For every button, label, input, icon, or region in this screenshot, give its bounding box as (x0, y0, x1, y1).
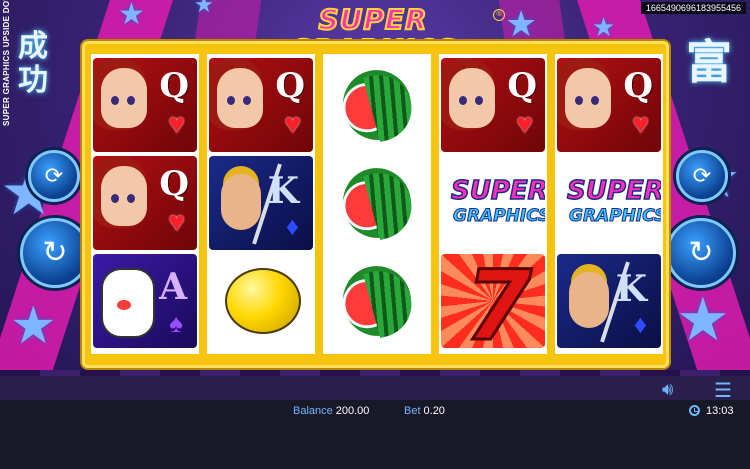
seven-digit: 7 (464, 254, 534, 348)
queen-hearts-symbol: Q ♥ (93, 156, 197, 250)
clock-time: 13:03 (706, 405, 734, 417)
queen-portrait (565, 68, 611, 128)
reel-3 (323, 54, 431, 354)
card-letter: Q (507, 66, 537, 106)
autoplay-icon: ⟳ (692, 163, 712, 188)
hamburger-menu-icon[interactable]: ☰ (714, 378, 732, 400)
heart-icon: ♥ (284, 108, 301, 139)
logo-line-1: SUPER (566, 175, 661, 207)
king-diamonds-symbol: K ♦ (557, 254, 661, 348)
card-letter: K (267, 170, 299, 212)
star-icon: ★ (194, 0, 214, 17)
lucky-cat-icon (101, 268, 155, 338)
super-graphics-logo-symbol: SUPER GRAPHICS (441, 156, 545, 250)
spin-icon: ↻ (688, 236, 714, 269)
star-icon: ★ (592, 12, 616, 42)
reel-2: Q ♥ K ♦ (207, 54, 315, 354)
watermelon-symbol (325, 254, 429, 348)
watermelon-symbol (325, 156, 429, 250)
heart-icon: ♥ (632, 108, 649, 139)
card-letter: Q (623, 66, 653, 106)
bet-value: 0.20 (423, 405, 445, 417)
reel-5: Q ♥ SUPER GRAPHICS K ♦ (555, 54, 663, 354)
ace-spades-symbol: A ♠ (93, 254, 197, 348)
autoplay-button-right[interactable]: ⟳ (676, 150, 728, 202)
status-bar (0, 400, 750, 469)
super-graphics-logo-symbol: SUPER GRAPHICS (557, 156, 661, 250)
reel-4: Q ♥ SUPER GRAPHICS 7 (439, 54, 547, 354)
star-icon: ★ (10, 297, 57, 355)
king-portrait (569, 272, 609, 328)
queen-hearts-symbol: Q ♥ (209, 58, 313, 152)
queen-hearts-symbol: Q ♥ (441, 58, 545, 152)
king-diamonds-symbol: K ♦ (209, 156, 313, 250)
card-letter: Q (275, 66, 305, 106)
watermelon-symbol (325, 58, 429, 152)
balance-value: 200.00 (335, 405, 370, 417)
registered-mark: ® (493, 9, 505, 21)
balance-display: Balance 200.00 (293, 405, 369, 418)
autoplay-button-left[interactable]: ⟳ (28, 150, 80, 202)
bet-label: Bet (404, 405, 421, 417)
game-id: 1665490696183955456 (640, 2, 746, 14)
logo-line-1: SUPER (450, 175, 545, 207)
bet-display: Bet 0.20 (404, 405, 445, 418)
balance-label: Balance (293, 405, 333, 417)
autoplay-icon: ⟳ (44, 163, 64, 188)
heart-icon: ♥ (168, 108, 185, 139)
queen-portrait (101, 68, 147, 128)
card-letter: A (159, 266, 187, 308)
spin-icon: ↻ (42, 236, 68, 269)
side-game-title: SUPER GRAPHICS UPSIDE DOWN (2, 0, 11, 126)
star-icon: ★ (118, 0, 145, 31)
spade-icon: ♠ (169, 308, 183, 338)
seven-symbol: 7 (441, 254, 545, 348)
logo-line-2: GRAPHICS (568, 206, 661, 227)
card-letter: K (615, 268, 647, 310)
queen-hearts-symbol: Q ♥ (93, 58, 197, 152)
fortune-glyph-right: 富 (686, 35, 732, 89)
heart-icon: ♥ (516, 108, 533, 139)
spin-button-left[interactable]: ↻ (20, 218, 90, 288)
diamond-icon: ♦ (633, 309, 647, 339)
reel-1: Q ♥ Q ♥ A ♠ (91, 54, 199, 354)
star-icon: ★ (676, 286, 730, 353)
speaker-icon[interactable]: 🔊︎ (662, 379, 673, 400)
fortune-glyph-left: 成功 (18, 29, 48, 98)
diamond-icon: ♦ (285, 211, 299, 241)
king-portrait (221, 174, 261, 230)
queen-portrait (217, 68, 263, 128)
game-background: ★ ★ ★ ★ ★ ★ ★ ★ SUPER GRAPHICS UPSIDE DO… (0, 0, 750, 400)
spin-button-right[interactable]: ↻ (666, 218, 736, 288)
logo-line-2: GRAPHICS (452, 206, 545, 227)
card-letter: Q (159, 164, 189, 204)
lemon-icon (225, 268, 301, 334)
queen-hearts-symbol: Q ♥ (557, 58, 661, 152)
lemon-symbol (209, 254, 313, 348)
card-letter: Q (159, 66, 189, 106)
reel-frame: Q ♥ Q ♥ A ♠ Q ♥ K ♦ Q ♥ SUPER GRAPHICS 7 Q ♥ SUPER GRAPHIC… (82, 41, 669, 368)
clock-icon (689, 405, 700, 416)
queen-portrait (101, 166, 147, 226)
star-icon: ★ (505, 3, 538, 44)
heart-icon: ♥ (168, 206, 185, 237)
stage-bottom-strip (0, 376, 750, 400)
queen-portrait (449, 68, 495, 128)
